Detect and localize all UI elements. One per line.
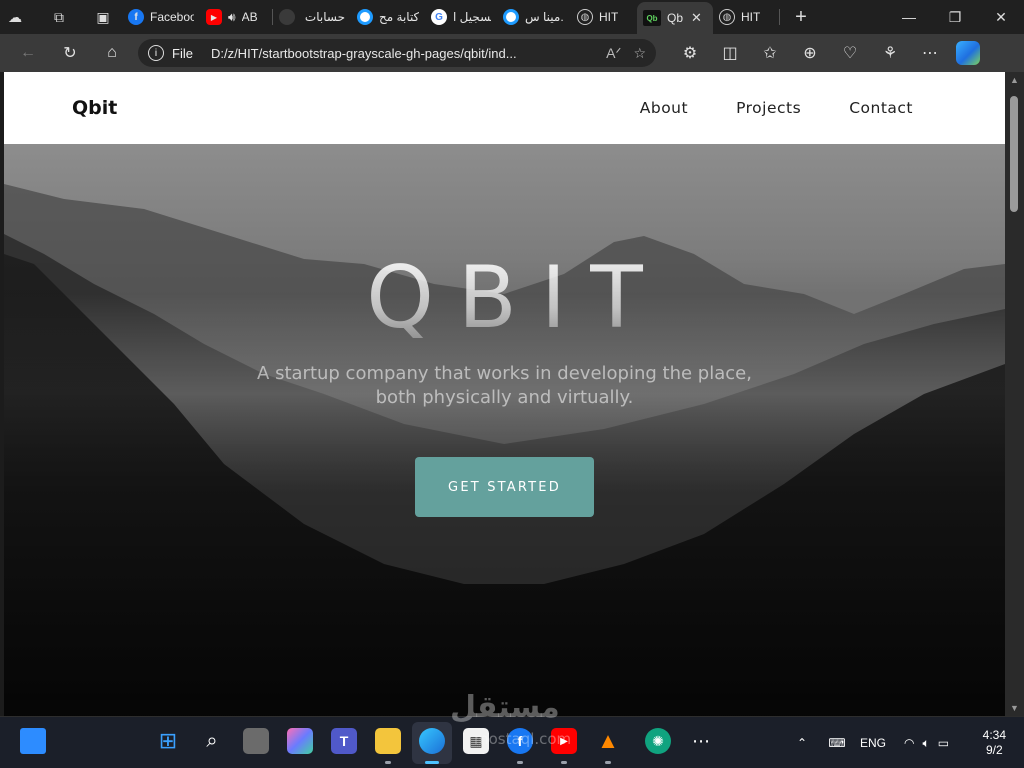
google-icon: G (431, 9, 447, 25)
new-tab-icon[interactable]: + (786, 2, 816, 32)
hero-title: QBIT (4, 248, 1005, 348)
copilot-taskbar-icon[interactable] (287, 728, 313, 754)
file-explorer-icon[interactable] (375, 728, 401, 754)
more-apps-icon[interactable]: ⋯ (688, 728, 714, 754)
tab-register[interactable]: G تسجيل ا (425, 2, 497, 32)
split-screen-icon[interactable]: ◫ (710, 37, 750, 69)
nav-link-contact[interactable]: Contact (849, 99, 913, 117)
start-icon[interactable]: ⊞ (155, 728, 181, 754)
widgets-icon[interactable] (20, 728, 46, 754)
mostaql-watermark-url: mostaql.com (474, 730, 572, 748)
edge-icon[interactable] (419, 728, 445, 754)
tab-hit-2[interactable]: ◍ HIT (713, 2, 779, 32)
page-viewport: Qbit About Projects Contact QBIT A start… (4, 72, 1005, 716)
scroll-down-icon[interactable]: ▼ (1005, 700, 1024, 716)
hero-subtitle: A startup company that works in developi… (257, 363, 752, 408)
read-aloud-icon[interactable]: Aᐟ (606, 45, 621, 62)
battery-icon[interactable]: ▭ (938, 736, 949, 750)
hero-section: QBIT A startup company that works in dev… (4, 144, 1005, 716)
profile-icon[interactable]: ☁ (0, 2, 30, 32)
site-menu: About Projects Contact (640, 99, 913, 117)
info-icon[interactable]: i (148, 45, 164, 61)
scheme-label: File (172, 45, 193, 61)
tab-facebook[interactable]: f Faceboo (122, 2, 200, 32)
loading-icon (279, 9, 295, 25)
running-indicator (561, 761, 567, 764)
favorite-star-icon[interactable]: ☆ (633, 45, 646, 62)
health-icon[interactable]: ♡ (830, 37, 870, 69)
home-icon[interactable]: ⌂ (94, 37, 130, 69)
refresh-icon[interactable]: ↻ (52, 37, 88, 69)
more-menu-icon[interactable]: ⋯ (910, 37, 950, 69)
minimize-icon[interactable]: — (886, 0, 932, 34)
favorites-icon[interactable]: ✩ (750, 37, 790, 69)
mostaql-watermark: مستقل (450, 690, 560, 725)
running-indicator-active (425, 761, 439, 764)
speaker-icon[interactable]: 🔊︎ (228, 10, 236, 25)
clock-date: 9/2 (985, 743, 1003, 757)
running-indicator (517, 761, 523, 764)
site-brand[interactable]: Qbit (72, 97, 117, 119)
qbit-favicon-icon: Qb (643, 10, 661, 26)
nav-link-about[interactable]: About (640, 99, 688, 117)
chatgpt-icon[interactable]: ✺ (645, 728, 671, 754)
restore-icon[interactable]: ❐ (932, 0, 978, 34)
blue-circle-icon (503, 9, 519, 25)
back-icon[interactable]: ← (10, 37, 46, 69)
tab-separator (779, 9, 780, 25)
task-view-icon[interactable] (243, 728, 269, 754)
running-indicator (385, 761, 391, 764)
running-indicator (605, 761, 611, 764)
nav-link-projects[interactable]: Projects (736, 99, 801, 117)
clock-time: 4:34 (982, 728, 1006, 742)
tab-mina[interactable]: مينا س. (497, 2, 571, 32)
mountain-background-image (4, 184, 1005, 716)
tab-actions-icon[interactable]: ▣ (88, 2, 118, 32)
collections-icon[interactable]: ⊕ (790, 37, 830, 69)
wifi-icon[interactable]: ◠ (904, 736, 914, 750)
volume-icon[interactable]: 🔈︎ (923, 736, 930, 751)
get-started-button[interactable]: GET STARTED (415, 457, 594, 517)
extensions-icon[interactable]: ⚙ (670, 37, 710, 69)
url-text[interactable]: D:/z/HIT/startbootstrap-grayscale-gh-pag… (211, 46, 594, 61)
taskbar-clock[interactable]: 4:34 9/2 (983, 728, 1006, 758)
address-bar[interactable]: i File D:/z/HIT/startbootstrap-grayscale… (138, 39, 656, 67)
browser-tab-strip: ☁ ⧉ ▣ f Faceboo ▶ 🔊︎ AB حسابات كتابة مح G تس… (0, 0, 1024, 34)
search-icon[interactable]: ⌕ (199, 728, 225, 754)
tab-writing[interactable]: كتابة مح (351, 2, 425, 32)
language-indicator[interactable]: ENG (860, 736, 886, 750)
vlc-icon[interactable]: ▲ (595, 728, 621, 754)
tab-accounts[interactable]: حسابات (273, 2, 351, 32)
tab-hit[interactable]: ◍ HIT (571, 2, 637, 32)
tab-youtube[interactable]: ▶ 🔊︎ AB (200, 2, 272, 32)
globe-icon: ◍ (577, 9, 593, 25)
close-tab-icon[interactable]: ✕ (691, 10, 702, 26)
tab-qbit[interactable]: Qb Qb ✕ (637, 2, 713, 34)
performance-icon[interactable]: ⚘ (870, 37, 910, 69)
site-navbar: Qbit About Projects Contact (4, 72, 1005, 144)
workspaces-icon[interactable]: ⧉ (44, 2, 74, 32)
facebook-icon: f (128, 9, 144, 25)
teams-icon[interactable]: T (331, 728, 357, 754)
copilot-icon[interactable] (956, 41, 980, 65)
system-tray: ⌃ ⌨ ENG ◠ 🔈︎ ▭ (790, 717, 949, 768)
keyboard-icon[interactable]: ⌨ (822, 736, 852, 750)
blue-circle-icon (357, 9, 373, 25)
close-window-icon[interactable]: ✕ (978, 0, 1024, 34)
scroll-up-icon[interactable]: ▲ (1005, 72, 1024, 88)
tray-overflow-icon[interactable]: ⌃ (790, 736, 814, 750)
youtube-icon: ▶ (206, 9, 222, 25)
browser-toolbar: ← ↻ ⌂ i File D:/z/HIT/startbootstrap-gra… (0, 34, 1024, 72)
page-scrollbar[interactable]: ▲ ▼ (1005, 72, 1024, 716)
globe-icon: ◍ (719, 9, 735, 25)
scroll-thumb[interactable] (1010, 96, 1018, 212)
